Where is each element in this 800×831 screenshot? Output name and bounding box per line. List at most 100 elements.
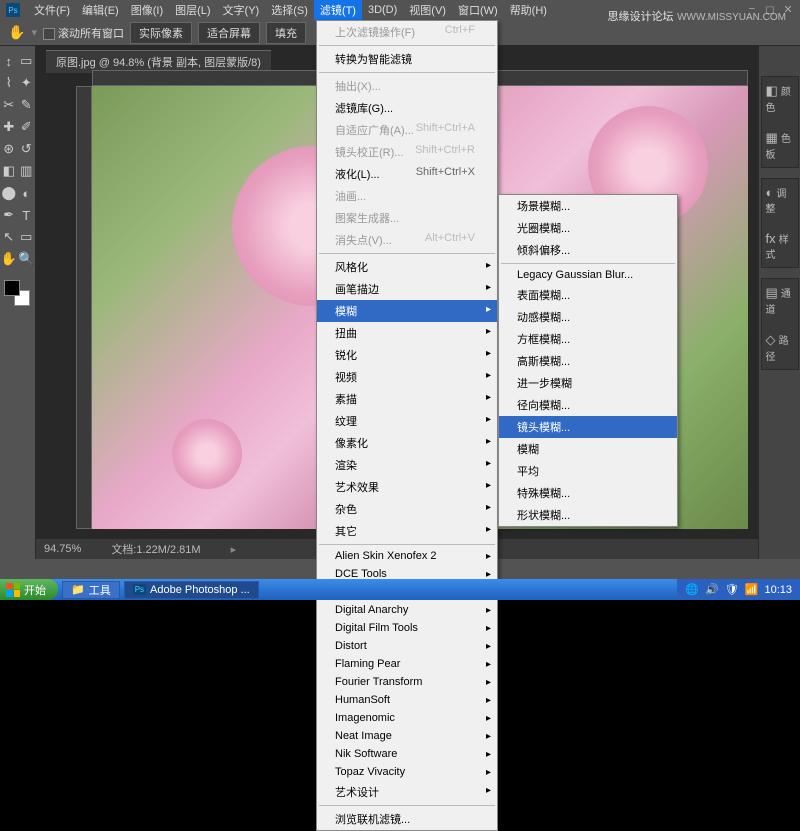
menu-blur-new[interactable]: 光圈模糊...: [499, 217, 677, 239]
menu-file[interactable]: 文件(F): [28, 0, 76, 20]
menu-plugin[interactable]: Topaz Vivacity▸: [317, 763, 497, 781]
history-brush-icon[interactable]: ↺: [18, 138, 36, 160]
menu-help[interactable]: 帮助(H): [504, 0, 553, 20]
menu-plugin[interactable]: Alien Skin Xenofex 2▸: [317, 547, 497, 565]
type-tool-icon[interactable]: T: [18, 204, 36, 226]
taskbar-item-photoshop[interactable]: PsAdobe Photoshop ...: [124, 581, 259, 599]
menu-category[interactable]: 扭曲▸: [317, 322, 497, 344]
system-tray[interactable]: 🌐 🔊 🛡 📶 10:13: [677, 579, 800, 600]
tray-sound-icon[interactable]: 🔊: [705, 583, 719, 596]
menu-blur-item[interactable]: 径向模糊...: [499, 394, 677, 416]
styles-panel-icon[interactable]: fx: [766, 231, 776, 246]
brush-tool-icon[interactable]: ✐: [18, 116, 36, 138]
menu-blur-item[interactable]: 特殊模糊...: [499, 482, 677, 504]
menu-plugin[interactable]: Digital Anarchy▸: [317, 601, 497, 619]
menu-type[interactable]: 文字(Y): [217, 0, 266, 20]
menu-category[interactable]: 素描▸: [317, 388, 497, 410]
menu-smart-filter[interactable]: 转换为智能滤镜: [317, 48, 497, 70]
menu-image[interactable]: 图像(I): [125, 0, 169, 20]
paths-panel-icon[interactable]: ◇: [766, 332, 776, 347]
menu-plugin[interactable]: Nik Software▸: [317, 745, 497, 763]
menu-item[interactable]: 液化(L)...Shift+Ctrl+X: [317, 163, 497, 185]
menu-category[interactable]: 风格化▸: [317, 256, 497, 278]
menu-blur-item[interactable]: 高斯模糊...: [499, 350, 677, 372]
shape-tool-icon[interactable]: ▭: [18, 226, 36, 248]
watermark: 思缘设计论坛 WWW.MISSYUAN.COM: [607, 8, 786, 24]
zoom-tool-icon[interactable]: 🔍: [18, 248, 36, 270]
menu-blur-item[interactable]: 进一步模糊: [499, 372, 677, 394]
menu-category[interactable]: 视频▸: [317, 366, 497, 388]
menu-blur-item[interactable]: 镜头模糊...: [499, 416, 677, 438]
crop-tool-icon[interactable]: ✂: [0, 94, 18, 116]
hand-tool-icon[interactable]: ✋: [8, 24, 25, 41]
wand-tool-icon[interactable]: ✦: [18, 72, 36, 94]
fill-screen-button[interactable]: 填充: [266, 22, 306, 44]
menu-category[interactable]: 其它▸: [317, 520, 497, 542]
menu-blur-item[interactable]: 平均: [499, 460, 677, 482]
menu-plugin[interactable]: Neat Image▸: [317, 727, 497, 745]
menu-layer[interactable]: 图层(L): [169, 0, 216, 20]
marquee-tool-icon[interactable]: ▭: [18, 50, 36, 72]
scroll-all-checkbox[interactable]: [43, 28, 55, 40]
menu-plugin[interactable]: 艺术设计▸: [317, 781, 497, 803]
gradient-tool-icon[interactable]: ▥: [18, 160, 36, 182]
dodge-tool-icon[interactable]: ◐: [18, 182, 36, 204]
eyedropper-tool-icon[interactable]: ✎: [18, 94, 36, 116]
menu-edit[interactable]: 编辑(E): [76, 0, 125, 20]
actual-pixels-button[interactable]: 实际像素: [130, 22, 192, 44]
move-tool-icon[interactable]: ↕: [0, 50, 18, 72]
menu-select[interactable]: 选择(S): [265, 0, 314, 20]
color-swatches[interactable]: [0, 276, 35, 308]
menu-category[interactable]: 模糊▸: [317, 300, 497, 322]
fit-screen-button[interactable]: 适合屏幕: [198, 22, 260, 44]
menu-category[interactable]: 画笔描边▸: [317, 278, 497, 300]
lasso-tool-icon[interactable]: ⌇: [0, 72, 18, 94]
hand-tool-icon-tb[interactable]: ✋: [0, 248, 18, 270]
menu-category[interactable]: 像素化▸: [317, 432, 497, 454]
menu-item[interactable]: 滤镜库(G)...: [317, 97, 497, 119]
blur-tool-icon[interactable]: ⬤: [0, 182, 18, 204]
menu-plugin[interactable]: Fourier Transform▸: [317, 673, 497, 691]
menu-blur-item[interactable]: 表面模糊...: [499, 284, 677, 306]
foreground-swatch[interactable]: [4, 280, 20, 296]
menu-blur-item[interactable]: 动感模糊...: [499, 306, 677, 328]
tray-lang-icon[interactable]: 🌐: [685, 583, 699, 596]
color-panel-icon[interactable]: ◧: [766, 83, 778, 98]
path-tool-icon[interactable]: ↖: [0, 226, 18, 248]
tray-clock[interactable]: 10:13: [764, 584, 792, 596]
eraser-tool-icon[interactable]: ◧: [0, 160, 18, 182]
tray-shield-icon[interactable]: 🛡: [725, 583, 739, 596]
adjust-panel-icon[interactable]: ◐: [766, 185, 774, 200]
taskbar-item-tools[interactable]: 📁工具: [62, 581, 120, 599]
menu-window[interactable]: 窗口(W): [452, 0, 504, 20]
zoom-level[interactable]: 94.75%: [44, 543, 81, 555]
menu-blur-new[interactable]: 场景模糊...: [499, 195, 677, 217]
menu-browse-online[interactable]: 浏览联机滤镜...: [317, 808, 497, 830]
menu-view[interactable]: 视图(V): [403, 0, 452, 20]
filter-dropdown: 上次滤镜操作(F)Ctrl+F 转换为智能滤镜 抽出(X)...滤镜库(G)..…: [316, 20, 498, 831]
menu-category[interactable]: 杂色▸: [317, 498, 497, 520]
pen-tool-icon[interactable]: ✒: [0, 204, 18, 226]
menu-3d[interactable]: 3D(D): [362, 2, 403, 18]
menu-blur-item[interactable]: 方框模糊...: [499, 328, 677, 350]
channels-panel-icon[interactable]: ▤: [766, 285, 778, 300]
menu-plugin[interactable]: Flaming Pear▸: [317, 655, 497, 673]
menu-category[interactable]: 纹理▸: [317, 410, 497, 432]
menu-blur-new[interactable]: 倾斜偏移...: [499, 239, 677, 261]
menu-filter[interactable]: 滤镜(T): [314, 0, 362, 20]
menu-blur-item[interactable]: 模糊: [499, 438, 677, 460]
menu-blur-item[interactable]: Legacy Gaussian Blur...: [499, 266, 677, 284]
menu-category[interactable]: 锐化▸: [317, 344, 497, 366]
start-button[interactable]: 开始: [0, 579, 58, 600]
menu-plugin[interactable]: HumanSoft▸: [317, 691, 497, 709]
tray-network-icon[interactable]: 📶: [745, 583, 759, 596]
menu-category[interactable]: 渲染▸: [317, 454, 497, 476]
menu-category[interactable]: 艺术效果▸: [317, 476, 497, 498]
stamp-tool-icon[interactable]: ⊛: [0, 138, 18, 160]
menu-plugin[interactable]: Digital Film Tools▸: [317, 619, 497, 637]
menu-blur-item[interactable]: 形状模糊...: [499, 504, 677, 526]
menu-plugin[interactable]: Distort▸: [317, 637, 497, 655]
swatches-panel-icon[interactable]: ▦: [766, 130, 778, 145]
heal-tool-icon[interactable]: ✚: [0, 116, 18, 138]
menu-plugin[interactable]: Imagenomic▸: [317, 709, 497, 727]
